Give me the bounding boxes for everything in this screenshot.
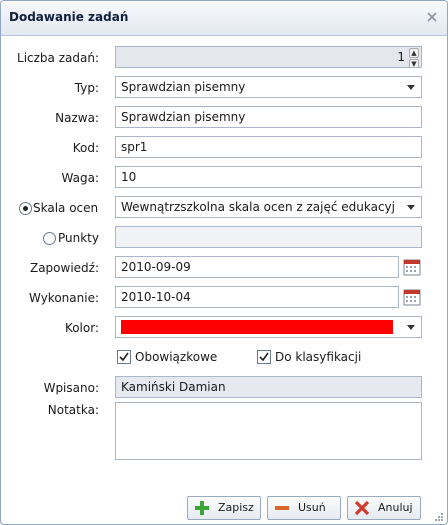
type-label: Typ: bbox=[74, 81, 99, 95]
scale-select[interactable]: Wewnątrzszkolna skala ocen z zajęć eduka… bbox=[115, 196, 422, 218]
executed-date-input[interactable]: 2010-10-04 bbox=[115, 286, 399, 308]
code-input[interactable]: spr1 bbox=[115, 136, 422, 158]
entered-by-value-box: Kamiński Damian bbox=[115, 376, 422, 398]
executed-value: 2010-10-04 bbox=[121, 290, 191, 304]
count-label: Liczba zadań: bbox=[17, 51, 99, 65]
announced-date-input[interactable]: 2010-09-09 bbox=[115, 256, 399, 278]
note-textarea[interactable] bbox=[115, 402, 422, 460]
classification-label: Do klasyfikacji bbox=[275, 350, 362, 364]
spin-up-icon[interactable]: ▲ bbox=[409, 48, 419, 58]
weight-label: Waga: bbox=[61, 171, 99, 185]
close-icon[interactable] bbox=[425, 10, 439, 24]
minus-icon bbox=[274, 500, 290, 516]
x-icon bbox=[354, 500, 370, 516]
weight-input[interactable]: 10 bbox=[115, 166, 422, 188]
delete-button[interactable]: Usuń bbox=[267, 496, 341, 520]
dialog-titlebar: Dodawanie zadań bbox=[1, 1, 447, 36]
name-input[interactable]: Sprawdzian pisemny bbox=[115, 106, 422, 128]
dialog-title: Dodawanie zadań bbox=[9, 10, 129, 24]
add-task-dialog: Dodawanie zadań Liczba zadań: 1 ▲ ▼ Typ:… bbox=[0, 0, 448, 525]
chevron-down-icon[interactable] bbox=[407, 85, 415, 90]
points-input[interactable] bbox=[115, 226, 422, 248]
weight-value: 10 bbox=[121, 170, 137, 184]
note-label: Notatka: bbox=[47, 403, 99, 417]
mandatory-checkbox[interactable] bbox=[117, 350, 131, 364]
announced-value: 2010-09-09 bbox=[121, 260, 191, 274]
delete-label: Usuń bbox=[298, 501, 326, 514]
chevron-down-icon[interactable] bbox=[407, 325, 415, 330]
classification-checkbox[interactable] bbox=[257, 350, 271, 364]
plus-icon bbox=[194, 500, 210, 516]
save-button[interactable]: Zapisz bbox=[187, 496, 261, 520]
count-value: 1 bbox=[397, 50, 405, 64]
announced-label: Zapowiedź: bbox=[29, 261, 99, 275]
resize-grip-icon[interactable] bbox=[434, 511, 444, 521]
spin-buttons[interactable]: ▲ ▼ bbox=[409, 48, 419, 67]
mandatory-label: Obowiązkowe bbox=[135, 350, 218, 364]
color-swatch bbox=[121, 320, 393, 334]
cancel-button[interactable]: Anuluj bbox=[347, 496, 421, 520]
color-label: Kolor: bbox=[64, 321, 99, 335]
radio-selected-dot bbox=[23, 206, 28, 211]
scale-radio[interactable] bbox=[19, 202, 32, 215]
executed-label: Wykonanie: bbox=[29, 291, 99, 305]
name-label: Nazwa: bbox=[55, 111, 99, 125]
entered-by-label: Wpisano: bbox=[43, 381, 99, 395]
code-value: spr1 bbox=[121, 140, 148, 154]
points-label: Punkty bbox=[58, 231, 99, 245]
calendar-icon[interactable] bbox=[403, 288, 421, 306]
points-radio[interactable] bbox=[43, 232, 56, 245]
type-value: Sprawdzian pisemny bbox=[121, 80, 246, 94]
cancel-label: Anuluj bbox=[378, 501, 413, 514]
calendar-icon[interactable] bbox=[403, 258, 421, 276]
name-value: Sprawdzian pisemny bbox=[121, 110, 246, 124]
save-label: Zapisz bbox=[218, 501, 254, 514]
count-stepper[interactable]: 1 ▲ ▼ bbox=[115, 46, 422, 68]
code-label: Kod: bbox=[72, 141, 99, 155]
entered-by-value: Kamiński Damian bbox=[121, 380, 226, 394]
chevron-down-icon[interactable] bbox=[407, 205, 415, 210]
color-picker[interactable] bbox=[115, 316, 422, 338]
scale-value: Wewnątrzszkolna skala ocen z zajęć eduka… bbox=[121, 200, 395, 214]
spin-down-icon[interactable]: ▼ bbox=[409, 59, 419, 67]
scale-label: Skala ocen bbox=[33, 201, 99, 215]
type-select[interactable]: Sprawdzian pisemny bbox=[115, 76, 422, 98]
